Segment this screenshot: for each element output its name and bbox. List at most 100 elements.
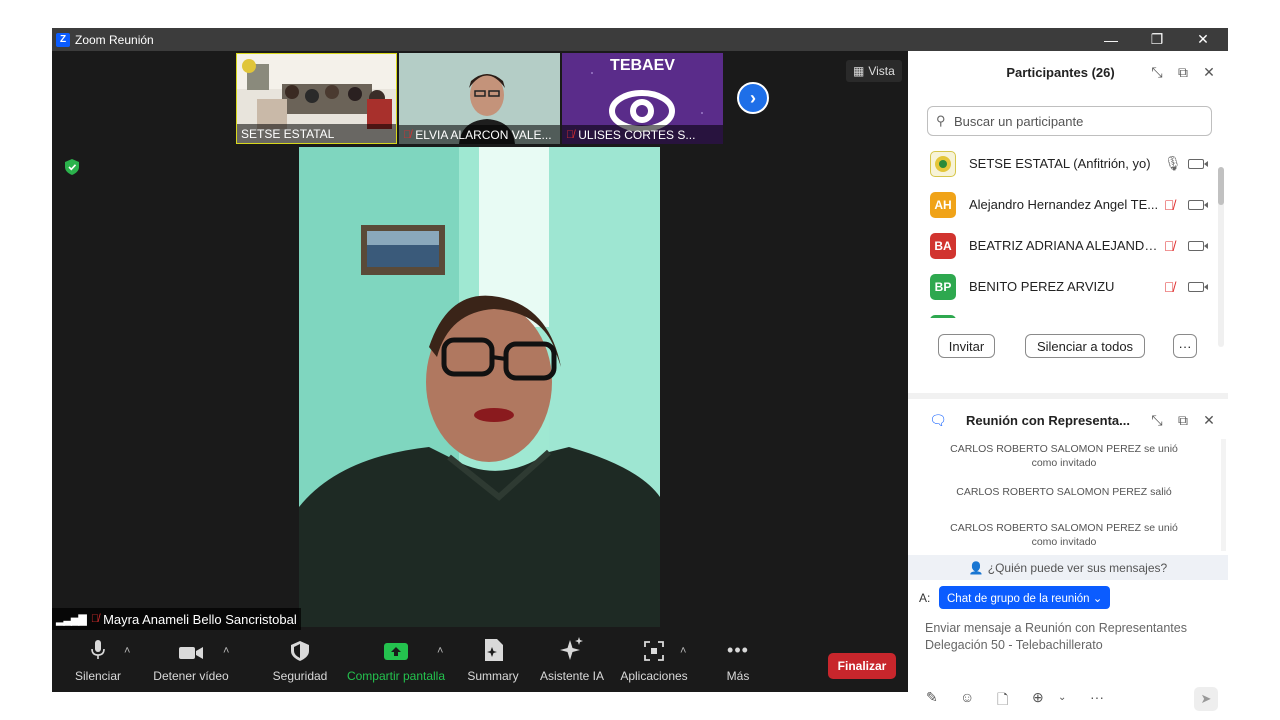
camera-icon[interactable]: [1188, 158, 1208, 169]
more-dots-icon[interactable]: ···: [1090, 689, 1104, 705]
avatar: BA: [930, 232, 956, 259]
participant-search-input[interactable]: ⚲ Buscar un participante: [927, 106, 1212, 136]
panel-divider: [908, 393, 1228, 399]
person-lock-icon: 👤: [968, 560, 984, 575]
more-button[interactable]: ••• Más: [718, 633, 758, 692]
chat-title: Reunión con Representa...: [966, 413, 1130, 428]
participants-more-button[interactable]: ···: [1173, 334, 1197, 358]
collapse-icon[interactable]: ⤡: [1148, 63, 1166, 81]
restore-button[interactable]: ❐: [1134, 28, 1180, 51]
mic-muted-icon: 🎙̸: [566, 128, 575, 141]
participant-row[interactable]: [908, 307, 1220, 318]
mute-button[interactable]: Silenciar: [72, 633, 124, 692]
side-panel: Participantes (26) ⤡ ⧉ ✕ ⚲ Buscar un par…: [908, 51, 1228, 711]
chat-system-message: CARLOS ROBERTO SALOMON PEREZ salió: [956, 486, 1172, 498]
screenshot-icon[interactable]: ⊕: [1032, 689, 1044, 706]
chat-message-input[interactable]: Enviar mensaje a Reunión con Representan…: [925, 620, 1215, 654]
emoji-icon[interactable]: ☺: [960, 689, 974, 705]
camera-icon[interactable]: [1188, 199, 1208, 210]
video-thumb-elvia[interactable]: 🎙̸ ELVIA ALARCON VALE...: [399, 53, 560, 144]
chat-system-message: CARLOS ROBERTO SALOMON PEREZ se unió com…: [950, 522, 1178, 548]
window-title: Zoom Reunión: [75, 32, 154, 47]
pop-out-icon[interactable]: ⧉: [1174, 411, 1192, 429]
security-shield-icon: [65, 159, 79, 175]
next-page-button[interactable]: ›: [737, 82, 769, 114]
invite-button[interactable]: Invitar: [938, 334, 995, 358]
mic-muted-icon[interactable]: 🎙̸: [1164, 197, 1175, 213]
thumb-name-label: SETSE ESTATAL: [237, 124, 396, 143]
search-icon: ⚲: [936, 113, 946, 128]
tebaev-logo-text: TEBAEV: [610, 57, 675, 74]
send-button[interactable]: ➤: [1194, 687, 1218, 711]
chat-system-message: CARLOS ROBERTO SALOMON PEREZ se unió com…: [950, 443, 1178, 469]
grid-icon: ▦: [853, 64, 865, 78]
collapse-icon[interactable]: ⤡: [1148, 411, 1166, 429]
security-button[interactable]: Seguridad: [269, 633, 331, 692]
ai-assistant-button[interactable]: Asistente IA: [538, 633, 606, 692]
participant-list: SETSE ESTATAL (Anfitrión, yo) 🎙 AH Aleja…: [908, 143, 1220, 318]
mic-muted-icon[interactable]: 🎙̸: [1164, 279, 1175, 295]
zoom-logo-icon: Z: [56, 32, 70, 47]
recipient-dropdown[interactable]: Chat de grupo de la reunión ⌄: [939, 586, 1111, 609]
microphone-icon[interactable]: 🎙: [1164, 155, 1182, 172]
video-thumb-ulises[interactable]: TEBAEV 🎙̸ ULISES CORTES S...: [562, 53, 723, 144]
file-icon[interactable]: 🗋: [997, 689, 1008, 713]
minimize-button[interactable]: —: [1088, 28, 1134, 51]
avatar: [930, 150, 956, 177]
stop-video-button[interactable]: Detener vídeo: [152, 633, 230, 692]
zoom-window: Z Zoom Reunión — ❐ ✕ SETSE ESTATAL 🎙̸ EL…: [52, 28, 1228, 711]
video-options-caret[interactable]: ˄: [223, 645, 229, 657]
end-meeting-button[interactable]: Finalizar: [828, 653, 896, 679]
mic-muted-icon: 🎙̸: [90, 613, 100, 625]
scrollbar-thumb[interactable]: [1218, 167, 1224, 205]
camera-icon[interactable]: [1188, 240, 1208, 251]
speaker-video-image: [299, 147, 660, 627]
summary-button[interactable]: Summary: [462, 633, 524, 692]
share-options-caret[interactable]: ˄: [437, 645, 443, 657]
participant-row[interactable]: BA BEATRIZ ADRIANA ALEJANDRE 🎙̸: [908, 225, 1220, 266]
ai-sparkle-icon: [538, 633, 606, 663]
to-label: A:: [919, 591, 931, 605]
camera-icon[interactable]: [1188, 281, 1208, 292]
participant-row[interactable]: BP BENITO PEREZ ARVIZU 🎙̸: [908, 266, 1220, 307]
mic-muted-icon[interactable]: 🎙̸: [1164, 238, 1175, 254]
main-video: [299, 147, 660, 627]
apps-options-caret[interactable]: ˄: [680, 645, 686, 657]
close-panel-icon[interactable]: ✕: [1200, 63, 1218, 81]
meeting-toolbar: Silenciar ˄ Detener vídeo ˄ Seguridad Co…: [52, 633, 908, 692]
summary-icon: [462, 633, 524, 663]
signal-strength-icon: ▂▃▅▇: [56, 613, 87, 626]
close-chat-icon[interactable]: ✕: [1200, 411, 1218, 429]
title-bar: Z Zoom Reunión — ❐ ✕: [52, 28, 1228, 51]
mute-options-caret[interactable]: ˄: [124, 645, 130, 657]
microphone-icon: [72, 633, 124, 663]
avatar: BP: [930, 273, 956, 300]
apps-button[interactable]: Aplicaciones: [618, 633, 690, 692]
close-window-button[interactable]: ✕: [1180, 28, 1226, 51]
participant-row[interactable]: AH Alejandro Hernandez Angel TE... 🎙̸: [908, 184, 1220, 225]
pop-out-icon[interactable]: ⧉: [1174, 63, 1192, 81]
chat-scrollbar[interactable]: [1221, 439, 1226, 551]
video-thumb-setse[interactable]: SETSE ESTATAL: [236, 53, 397, 144]
video-camera-icon: [152, 633, 230, 663]
mic-muted-icon: 🎙̸: [403, 128, 412, 141]
thumb-name-label: 🎙̸ ELVIA ALARCON VALE...: [399, 125, 560, 144]
share-screen-button[interactable]: Compartir pantalla: [344, 633, 448, 692]
more-dots-icon: •••: [727, 640, 749, 660]
security-shield-icon: [269, 633, 331, 663]
active-speaker-label: ▂▃▅▇ 🎙̸ Mayra Anameli Bello Sancristobal: [52, 608, 301, 630]
avatar: [930, 314, 956, 318]
format-icon[interactable]: ✎: [926, 689, 938, 706]
view-button[interactable]: ▦ Vista: [846, 60, 902, 82]
mute-all-button[interactable]: Silenciar a todos: [1025, 334, 1145, 358]
participant-row[interactable]: SETSE ESTATAL (Anfitrión, yo) 🎙: [908, 143, 1220, 184]
participant-scrollbar[interactable]: [1218, 167, 1224, 347]
who-can-see-link[interactable]: 👤 ¿Quién puede ver sus mensajes?: [908, 555, 1228, 580]
setse-logo-icon: [935, 155, 951, 172]
chat-bubble-icon: 🗨: [929, 411, 947, 428]
video-stage: SETSE ESTATAL 🎙̸ ELVIA ALARCON VALE... T…: [52, 51, 908, 633]
thumb-name-label: 🎙̸ ULISES CORTES S...: [562, 125, 723, 144]
share-screen-icon: [344, 633, 448, 663]
avatar: AH: [930, 191, 956, 218]
chevron-down-icon[interactable]: ⌄: [1058, 692, 1066, 703]
